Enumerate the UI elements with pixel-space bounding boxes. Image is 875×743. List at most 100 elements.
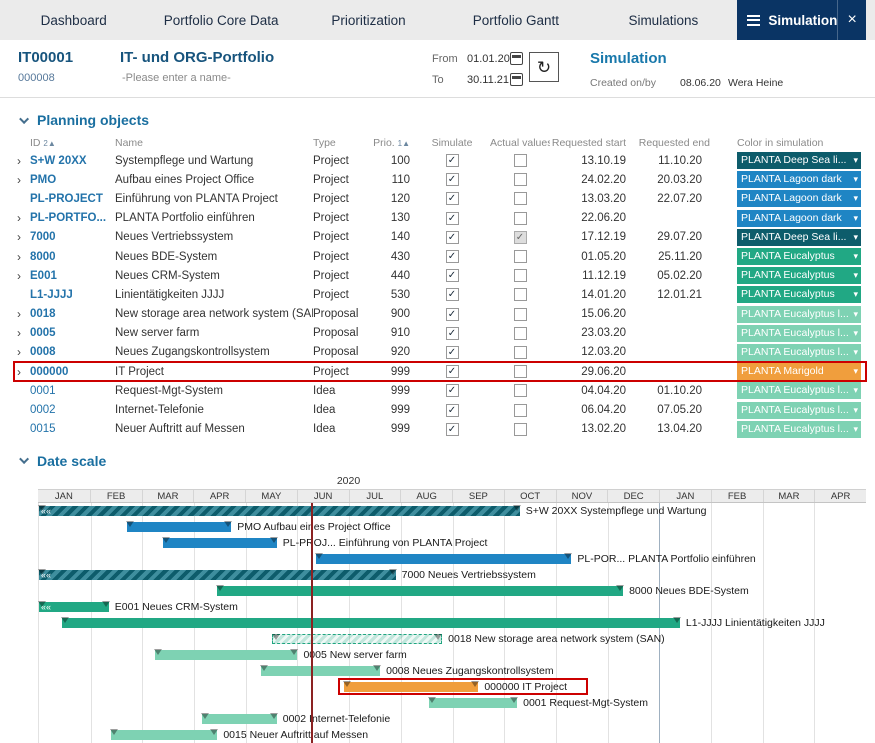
simulate-checkbox[interactable]: ✓ bbox=[446, 173, 459, 186]
col-header-name[interactable]: Name bbox=[115, 137, 313, 149]
to-date-value[interactable]: 30.11.21 bbox=[467, 74, 509, 86]
nav-tab-simulations[interactable]: Simulations bbox=[590, 0, 737, 40]
gantt-bar[interactable] bbox=[127, 522, 231, 532]
actual-values-checkbox[interactable]: ✓ bbox=[514, 154, 527, 167]
table-row-000000[interactable]: ›000000IT ProjectProject999✓✓29.06.20PLA… bbox=[14, 362, 866, 381]
expand-chevron-icon[interactable]: › bbox=[14, 307, 30, 321]
gantt-bar[interactable] bbox=[316, 554, 572, 564]
col-header-color[interactable]: Color in simulation bbox=[710, 137, 866, 149]
actual-values-checkbox[interactable]: ✓ bbox=[514, 346, 527, 359]
expand-chevron-icon[interactable]: › bbox=[14, 365, 30, 379]
col-header-actual-values[interactable]: Actual values bbox=[490, 137, 550, 149]
close-icon[interactable]: × bbox=[837, 0, 866, 40]
color-dropdown[interactable]: PLANTA Lagoon dark▾ bbox=[737, 171, 861, 188]
actual-values-checkbox[interactable]: ✓ bbox=[514, 423, 527, 436]
gantt-bar[interactable] bbox=[163, 538, 277, 548]
expand-chevron-icon[interactable]: › bbox=[14, 230, 30, 244]
actual-values-checkbox[interactable]: ✓ bbox=[514, 327, 527, 340]
simulate-checkbox[interactable]: ✓ bbox=[446, 231, 459, 244]
color-dropdown[interactable]: PLANTA Eucalyptus l...▾ bbox=[737, 306, 861, 323]
gantt-bar[interactable]: «« bbox=[39, 570, 396, 580]
table-row-0001[interactable]: 0001Request-Mgt-SystemIdea999✓✓04.04.200… bbox=[14, 381, 866, 400]
table-row-L1-JJJJ[interactable]: L1-JJJJLinientätigkeiten JJJJProject530✓… bbox=[14, 285, 866, 304]
actual-values-checkbox[interactable]: ✓ bbox=[514, 384, 527, 397]
table-row-PL-PROJECT[interactable]: PL-PROJECTEinführung von PLANTA ProjectP… bbox=[14, 189, 866, 208]
table-row-0002[interactable]: 0002Internet-TelefonieIdea999✓✓06.04.200… bbox=[14, 400, 866, 419]
nav-tab-prioritization[interactable]: Prioritization bbox=[295, 0, 442, 40]
calendar-icon[interactable] bbox=[510, 73, 523, 86]
gantt-bar[interactable]: «« bbox=[39, 506, 520, 516]
tab-simulation-active[interactable]: Simulation × bbox=[737, 0, 866, 40]
color-dropdown[interactable]: PLANTA Eucalyptus▾ bbox=[737, 267, 861, 284]
expand-chevron-icon[interactable]: › bbox=[14, 345, 30, 359]
gantt-bar[interactable] bbox=[111, 730, 217, 740]
table-row-0018[interactable]: ›0018New storage area network system (SA… bbox=[14, 305, 866, 324]
col-header-id[interactable]: ID 2▲ bbox=[30, 137, 115, 149]
col-header-prio[interactable]: Prio. 1▲ bbox=[370, 137, 414, 149]
simulate-checkbox[interactable]: ✓ bbox=[446, 212, 459, 225]
col-header-simulate[interactable]: Simulate bbox=[414, 137, 490, 149]
table-row-PL-PORTFO...[interactable]: ›PL-PORTFO...PLANTA Portfolio einführenP… bbox=[14, 209, 866, 228]
actual-values-checkbox[interactable]: ✓ bbox=[514, 308, 527, 321]
table-row-S+W 20XX[interactable]: ›S+W 20XXSystempflege und WartungProject… bbox=[14, 151, 866, 170]
calendar-icon[interactable] bbox=[510, 52, 523, 65]
gantt-bar[interactable] bbox=[155, 650, 297, 660]
gantt-bar[interactable] bbox=[202, 714, 277, 724]
table-row-PMO[interactable]: ›PMOAufbau eines Project OfficeProject11… bbox=[14, 170, 866, 189]
color-dropdown[interactable]: PLANTA Eucalyptus▾ bbox=[737, 286, 861, 303]
table-row-0008[interactable]: ›0008Neues ZugangskontrollsystemProposal… bbox=[14, 343, 866, 362]
nav-tab-portfolio-core-data[interactable]: Portfolio Core Data bbox=[147, 0, 294, 40]
expand-chevron-icon[interactable]: › bbox=[14, 250, 30, 264]
planning-objects-header[interactable]: Planning objects bbox=[22, 112, 875, 128]
simulate-checkbox[interactable]: ✓ bbox=[446, 346, 459, 359]
actual-values-checkbox[interactable]: ✓ bbox=[514, 192, 527, 205]
gantt-bar[interactable] bbox=[217, 586, 623, 596]
color-dropdown[interactable]: PLANTA Marigold▾ bbox=[737, 363, 861, 380]
color-dropdown[interactable]: PLANTA Lagoon dark▾ bbox=[737, 190, 861, 207]
expand-chevron-icon[interactable]: › bbox=[14, 326, 30, 340]
gantt-bar[interactable]: «« bbox=[39, 602, 109, 612]
simulate-checkbox[interactable]: ✓ bbox=[446, 365, 459, 378]
gantt-bar[interactable] bbox=[261, 666, 380, 676]
table-row-7000[interactable]: ›7000Neues VertriebssystemProject140✓✓17… bbox=[14, 228, 866, 247]
simulate-checkbox[interactable]: ✓ bbox=[446, 384, 459, 397]
simulate-checkbox[interactable]: ✓ bbox=[446, 404, 459, 417]
table-row-0015[interactable]: 0015Neuer Auftritt auf MessenIdea999✓✓13… bbox=[14, 420, 866, 439]
col-header-requested-end[interactable]: Requested end bbox=[628, 137, 710, 149]
color-dropdown[interactable]: PLANTA Eucalyptus▾ bbox=[737, 248, 861, 265]
actual-values-checkbox[interactable]: ✓ bbox=[514, 404, 527, 417]
color-dropdown[interactable]: PLANTA Deep Sea li...▾ bbox=[737, 229, 861, 246]
table-row-E001[interactable]: ›E001Neues CRM-SystemProject440✓✓11.12.1… bbox=[14, 266, 866, 285]
simulate-checkbox[interactable]: ✓ bbox=[446, 423, 459, 436]
color-dropdown[interactable]: PLANTA Eucalyptus l...▾ bbox=[737, 402, 861, 419]
color-dropdown[interactable]: PLANTA Eucalyptus l...▾ bbox=[737, 421, 861, 438]
simulate-checkbox[interactable]: ✓ bbox=[446, 327, 459, 340]
actual-values-checkbox[interactable]: ✓ bbox=[514, 212, 527, 225]
expand-chevron-icon[interactable]: › bbox=[14, 211, 30, 225]
color-dropdown[interactable]: PLANTA Lagoon dark▾ bbox=[737, 210, 861, 227]
actual-values-checkbox[interactable]: ✓ bbox=[514, 250, 527, 263]
from-date-value[interactable]: 01.01.20 bbox=[467, 53, 510, 65]
expand-chevron-icon[interactable]: › bbox=[14, 173, 30, 187]
col-header-requested-start[interactable]: Requested start bbox=[550, 137, 628, 149]
table-row-8000[interactable]: ›8000Neues BDE-SystemProject430✓✓01.05.2… bbox=[14, 247, 866, 266]
simulate-checkbox[interactable]: ✓ bbox=[446, 269, 459, 282]
color-dropdown[interactable]: PLANTA Eucalyptus l...▾ bbox=[737, 344, 861, 361]
simulate-checkbox[interactable]: ✓ bbox=[446, 154, 459, 167]
simulate-checkbox[interactable]: ✓ bbox=[446, 288, 459, 301]
simulate-checkbox[interactable]: ✓ bbox=[446, 192, 459, 205]
nav-tab-dashboard[interactable]: Dashboard bbox=[0, 0, 147, 40]
actual-values-checkbox[interactable]: ✓ bbox=[514, 173, 527, 186]
nav-tab-portfolio-gantt[interactable]: Portfolio Gantt bbox=[442, 0, 589, 40]
actual-values-checkbox[interactable]: ✓ bbox=[514, 288, 527, 301]
color-dropdown[interactable]: PLANTA Eucalyptus l...▾ bbox=[737, 382, 861, 399]
actual-values-checkbox[interactable]: ✓ bbox=[514, 231, 527, 244]
actual-values-checkbox[interactable]: ✓ bbox=[514, 269, 527, 282]
simulate-checkbox[interactable]: ✓ bbox=[446, 308, 459, 321]
simulate-checkbox[interactable]: ✓ bbox=[446, 250, 459, 263]
gantt-bar[interactable] bbox=[429, 698, 517, 708]
gantt-bar[interactable] bbox=[62, 618, 680, 628]
expand-chevron-icon[interactable]: › bbox=[14, 154, 30, 168]
table-row-0005[interactable]: ›0005New server farmProposal910✓✓23.03.2… bbox=[14, 324, 866, 343]
color-dropdown[interactable]: PLANTA Deep Sea li...▾ bbox=[737, 152, 861, 169]
